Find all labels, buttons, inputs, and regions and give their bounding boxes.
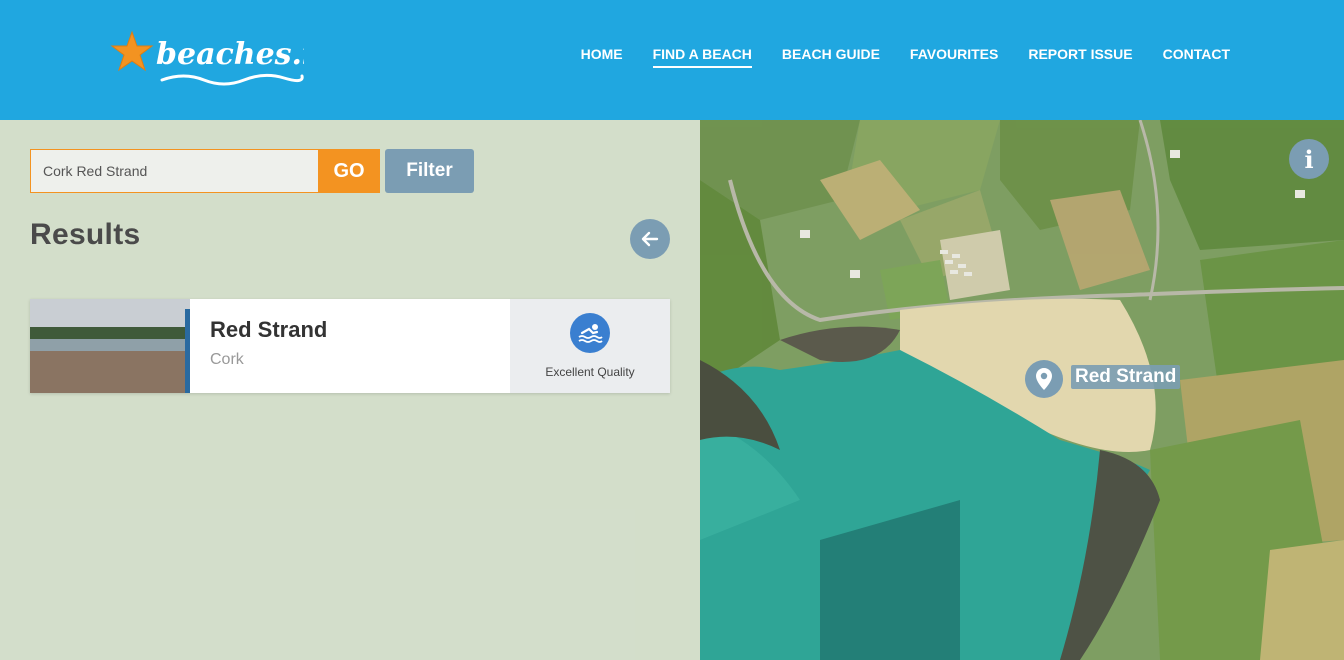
beach-name[interactable]: Red Strand [210, 317, 490, 343]
filter-button[interactable]: Filter [385, 149, 474, 193]
map-marker-label[interactable]: Red Strand [1071, 365, 1181, 389]
location-pin-icon [1036, 368, 1052, 390]
beach-county: Cork [210, 351, 244, 368]
results-heading: Results [30, 218, 141, 251]
arrow-left-icon [641, 231, 659, 247]
nav-report-issue[interactable]: REPORT ISSUE [1028, 46, 1132, 68]
search-input[interactable] [30, 149, 318, 193]
info-icon[interactable]: i [1289, 139, 1329, 179]
main-nav: HOME FIND A BEACH BEACH GUIDE FAVOURITES… [551, 46, 1230, 68]
site-logo[interactable]: beaches.ie [104, 28, 332, 92]
results-panel: GO Filter Results Red Strand Cork [0, 120, 700, 660]
quality-badge: Excellent Quality [510, 299, 670, 393]
nav-home[interactable]: HOME [581, 46, 623, 68]
result-details: Red Strand Cork [190, 299, 510, 393]
result-card[interactable]: Red Strand Cork Excellent Quality [30, 299, 670, 393]
nav-find-a-beach[interactable]: FIND A BEACH [652, 46, 752, 68]
search-bar: GO [30, 149, 380, 193]
back-arrow-button[interactable] [630, 219, 670, 259]
beach-thumbnail [30, 299, 190, 393]
nav-favourites[interactable]: FAVOURITES [910, 46, 998, 68]
starfish-icon [110, 30, 154, 72]
nav-beach-guide[interactable]: BEACH GUIDE [782, 46, 880, 68]
map-marker[interactable] [1025, 360, 1063, 398]
logo-wordmark: beaches.ie [156, 37, 304, 72]
site-header: beaches.ie HOME FIND A BEACH BEACH GUIDE… [0, 0, 1344, 120]
go-button[interactable]: GO [318, 149, 380, 193]
nav-contact[interactable]: CONTACT [1163, 46, 1230, 68]
swimmer-icon [570, 313, 610, 353]
quality-label: Excellent Quality [545, 365, 635, 379]
